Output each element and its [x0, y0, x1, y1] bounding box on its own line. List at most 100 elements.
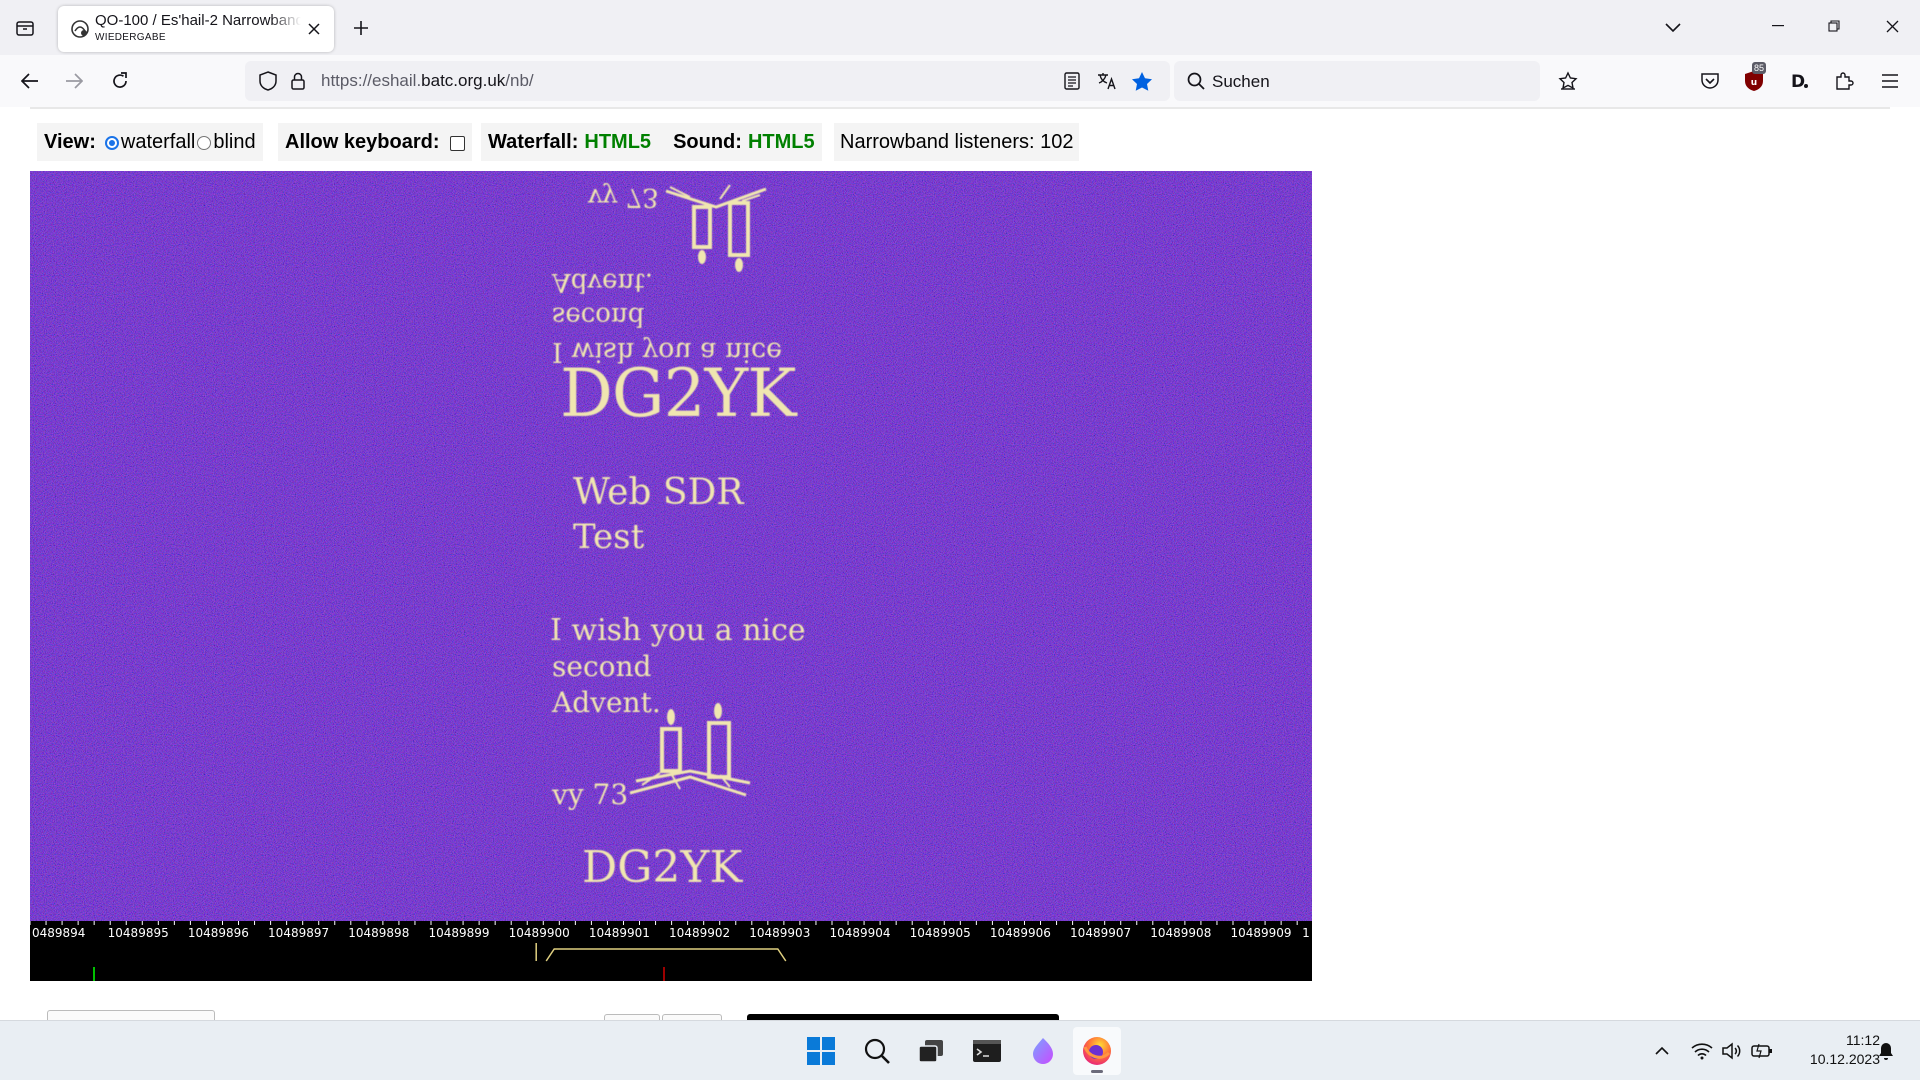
lower-panel-stub: [47, 1010, 215, 1020]
minimize-icon[interactable]: [1750, 0, 1806, 52]
windows-taskbar: 11:12 10.12.2023: [0, 1020, 1920, 1080]
extension-badge: 85: [1752, 62, 1767, 74]
firefox-view-icon[interactable]: [8, 11, 42, 45]
scale-label: 10489906: [990, 926, 1051, 940]
forward-icon[interactable]: [56, 63, 92, 99]
divider: [30, 107, 1890, 109]
pocket-icon[interactable]: [1694, 65, 1726, 97]
scale-label: 10489907: [1070, 926, 1131, 940]
scale-label: 0489894: [32, 926, 85, 940]
mirrored-second: second: [552, 301, 644, 331]
listeners-box: Narrowband listeners: 102: [834, 123, 1080, 161]
lock-icon[interactable]: [282, 65, 314, 97]
scale-label: 10489897: [268, 926, 329, 940]
back-icon[interactable]: [12, 63, 48, 99]
scale-label: 10489896: [188, 926, 249, 940]
waterfall-mode-value: HTML5: [584, 130, 652, 153]
bookmark-star-icon[interactable]: [1126, 65, 1158, 97]
scale-labels: 0489894 10489895 10489896 10489897 10489898 1…: [32, 926, 1310, 940]
extensions-puzzle-icon[interactable]: [1828, 65, 1860, 97]
search-placeholder: Suchen: [1212, 72, 1270, 91]
reload-icon[interactable]: [102, 63, 138, 99]
web-page: View: waterfall blind Allow keyboard: Wa…: [0, 107, 1920, 1020]
url-bar[interactable]: https://eshail.batc.org.uk/nb/: [245, 61, 1170, 101]
sound-label: Sound:: [673, 130, 742, 153]
ublock-origin-icon[interactable]: u 85: [1738, 62, 1770, 97]
search-icon: [1180, 65, 1212, 97]
view-waterfall-label[interactable]: waterfall: [121, 131, 195, 154]
view-control: View: waterfall blind: [37, 123, 263, 161]
translate-icon[interactable]: [1091, 65, 1123, 97]
windows-start-icon[interactable]: [797, 1027, 845, 1075]
vy73-text: vy 73: [551, 778, 628, 811]
show-hidden-icons-icon[interactable]: [1648, 1035, 1676, 1067]
scale-label: 1: [1302, 926, 1310, 940]
view-blind-label[interactable]: blind: [213, 131, 255, 154]
deepl-extension-icon[interactable]: D: [1783, 65, 1815, 97]
scale-label: 10489895: [108, 926, 169, 940]
notifications-bell-icon[interactable]: [1872, 1035, 1900, 1067]
terminal-icon[interactable]: [963, 1027, 1011, 1075]
wifi-icon[interactable]: [1688, 1035, 1716, 1067]
scale-label: 10489905: [910, 926, 971, 940]
waterfall-canvas[interactable]: vy 73 Advent. second I wish you a nice D…: [30, 171, 1312, 921]
scale-label: 10489898: [348, 926, 409, 940]
active-app-indicator: [1091, 1070, 1103, 1073]
clock-time: 11:12: [1846, 1032, 1880, 1048]
allow-keyboard-label: Allow keyboard:: [285, 130, 440, 153]
close-window-icon[interactable]: [1864, 0, 1920, 52]
allow-keyboard-control: Allow keyboard:: [278, 123, 473, 161]
scale-label: 10489909: [1230, 926, 1291, 940]
bookmarks-menu-icon[interactable]: [1552, 65, 1584, 97]
list-all-tabs-icon[interactable]: [1656, 11, 1690, 45]
callsign-bottom: DG2YK: [582, 842, 743, 893]
new-tab-icon[interactable]: [344, 11, 378, 45]
scale-label: 10489900: [509, 926, 570, 940]
close-tab-icon[interactable]: [302, 17, 326, 41]
scale-label: 10489901: [589, 926, 650, 940]
tracking-protection-shield-icon[interactable]: [252, 65, 284, 97]
task-view-icon[interactable]: [907, 1027, 955, 1075]
view-radio-waterfall[interactable]: [104, 136, 119, 150]
scale-label: 10489899: [428, 926, 489, 940]
svg-text:D: D: [1791, 72, 1805, 91]
listeners-count: Narrowband listeners: 102: [840, 130, 1074, 153]
firefox-nightly-icon[interactable]: [1019, 1027, 1067, 1075]
tab-favicon-icon: [70, 19, 90, 39]
scale-label: 10489908: [1150, 926, 1211, 940]
tab-strip: QO-100 / Es'hail-2 Narrowband WebSDR WIE…: [0, 0, 1920, 55]
firefox-taskbar-icon[interactable]: [1073, 1027, 1121, 1075]
tab-title: QO-100 / Es'hail-2 Narrowband WebSDR: [95, 12, 301, 29]
waterfall-sound-info: Waterfall: HTML5 Sound: HTML5: [481, 123, 822, 161]
scale-label: 10489903: [749, 926, 810, 940]
hamburger-menu-icon[interactable]: [1874, 65, 1906, 97]
system-clock[interactable]: 11:12 10.12.2023: [1780, 1031, 1880, 1069]
second-text: second: [552, 650, 652, 683]
test-text: Test: [573, 517, 645, 557]
svg-text:u: u: [1751, 78, 1757, 88]
mirrored-vy73: vy 73: [587, 182, 659, 212]
advent-text: Advent.: [551, 686, 661, 719]
reader-view-icon[interactable]: [1056, 65, 1088, 97]
scale-label: 10489904: [829, 926, 890, 940]
navigation-toolbar: https://eshail.batc.org.uk/nb/ Suchen u …: [0, 55, 1920, 107]
callsign-top: DG2YK: [560, 355, 798, 432]
search-input[interactable]: Suchen: [1174, 61, 1540, 101]
restore-icon[interactable]: [1806, 0, 1862, 52]
mirrored-advent: Advent.: [551, 267, 653, 297]
scale-label: 10489902: [669, 926, 730, 940]
view-radio-blind[interactable]: [197, 136, 212, 150]
sound-mode-value: HTML5: [747, 130, 815, 153]
view-label: View:: [44, 130, 96, 153]
volume-icon[interactable]: [1718, 1035, 1746, 1067]
tab-active[interactable]: QO-100 / Es'hail-2 Narrowband WebSDR WIE…: [58, 6, 334, 52]
web-sdr-text: Web SDR: [573, 472, 744, 513]
frequency-scale[interactable]: 0489894 10489895 10489896 10489897 10489898 1…: [30, 921, 1312, 981]
url-text[interactable]: https://eshail.batc.org.uk/nb/: [321, 71, 534, 91]
search-icon[interactable]: [853, 1027, 901, 1075]
allow-keyboard-checkbox[interactable]: [450, 135, 466, 151]
battery-icon[interactable]: [1748, 1035, 1776, 1067]
waterfall-noise: [30, 171, 1312, 921]
waterfall-display[interactable]: vy 73 Advent. second I wish you a nice D…: [30, 171, 1312, 981]
clock-date: 10.12.2023: [1809, 1051, 1880, 1067]
